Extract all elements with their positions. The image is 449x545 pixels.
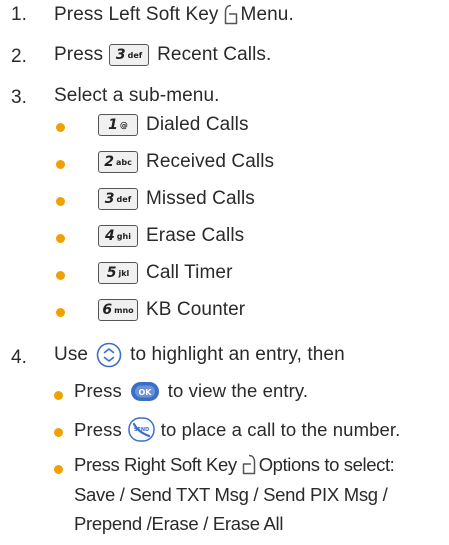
key-6-icon: 6 mno bbox=[98, 299, 138, 321]
list-item: Press SEND to place a call to the number… bbox=[74, 417, 400, 442]
list-item: Press Right Soft Key Options to select: bbox=[74, 454, 395, 476]
key-3-icon: 3 def bbox=[98, 188, 138, 210]
bullet bbox=[56, 197, 65, 206]
step-1: Press Left Soft Key Menu. bbox=[54, 4, 294, 26]
bullet bbox=[56, 123, 65, 132]
step-number-3: 3. bbox=[11, 87, 27, 108]
sub-c-line3: Prepend /Erase / Erase All bbox=[74, 513, 284, 534]
navigation-key-icon bbox=[96, 342, 122, 368]
step-2: Press 3 def Recent Calls. bbox=[54, 44, 271, 66]
key-5-icon: 5 jkl bbox=[98, 262, 138, 284]
list-item: Press OK to view the entry. bbox=[74, 380, 308, 402]
list-item: 5 jkl Call Timer bbox=[98, 262, 233, 284]
ok-key-icon: OK bbox=[130, 381, 159, 401]
step-3: Select a sub-menu. bbox=[54, 85, 220, 107]
step-number-1: 1. bbox=[11, 4, 27, 25]
left-soft-key-icon bbox=[224, 4, 237, 25]
sub-a-suffix: to view the entry. bbox=[167, 380, 309, 401]
right-soft-key-icon bbox=[242, 454, 255, 475]
step-4-suffix: to highlight an entry, then bbox=[130, 344, 345, 365]
step-1-prefix: Press Left Soft Key bbox=[54, 4, 219, 25]
sub-c-line2: Save / Send TXT Msg / Send PIX Msg / bbox=[74, 484, 388, 505]
submenu-label: Received Calls bbox=[146, 151, 275, 172]
bullet bbox=[56, 234, 65, 243]
ok-key-label: OK bbox=[138, 388, 152, 397]
key-3-icon: 3 def bbox=[109, 44, 150, 66]
step-4-prefix: Use bbox=[54, 344, 89, 365]
step-3-text: Select a sub-menu. bbox=[54, 85, 220, 106]
send-key-icon: SEND bbox=[128, 417, 155, 442]
key-4-icon: 4 ghi bbox=[98, 225, 138, 247]
sub-b-suffix: to place a call to the number. bbox=[160, 418, 401, 440]
submenu-label: KB Counter bbox=[146, 299, 246, 320]
list-item: 4 ghi Erase Calls bbox=[98, 225, 244, 247]
step-4: Use to highlight an entry, then bbox=[54, 342, 345, 368]
sub-b-prefix: Press bbox=[74, 418, 122, 440]
bullet bbox=[54, 465, 63, 474]
bullet bbox=[54, 391, 63, 400]
key-2-icon: 2 abc bbox=[98, 151, 138, 173]
list-item: 3 def Missed Calls bbox=[98, 188, 255, 210]
instruction-page: 1. Press Left Soft Key Menu. 2. Press 3d… bbox=[0, 0, 449, 545]
bullet bbox=[56, 308, 65, 317]
sub-c-prefix: Press Right Soft Key bbox=[74, 454, 237, 475]
list-item: 2 abc Received Calls bbox=[98, 151, 274, 173]
submenu-label: Call Timer bbox=[146, 262, 233, 283]
submenu-label: Missed Calls bbox=[146, 188, 255, 209]
step-number-2: 2. bbox=[11, 46, 27, 67]
sub-c-suffix: Options to select: bbox=[258, 454, 395, 475]
submenu-label: Erase Calls bbox=[146, 225, 245, 246]
key-1-icon: 1 @ bbox=[98, 114, 138, 136]
list-item: 1 @ Dialed Calls bbox=[98, 114, 249, 136]
step-2-suffix: Recent Calls. bbox=[157, 44, 272, 65]
step-1-suffix: Menu. bbox=[240, 4, 294, 25]
bullet bbox=[56, 160, 65, 169]
step-2-prefix: Press bbox=[54, 44, 104, 65]
bullet bbox=[56, 271, 65, 280]
list-item: 6 mno KB Counter bbox=[98, 299, 245, 321]
sub-a-prefix: Press bbox=[74, 380, 122, 401]
send-key-label: SEND bbox=[134, 427, 149, 433]
submenu-label: Dialed Calls bbox=[146, 114, 249, 135]
step-number-4: 4. bbox=[11, 347, 27, 368]
bullet bbox=[54, 428, 63, 437]
